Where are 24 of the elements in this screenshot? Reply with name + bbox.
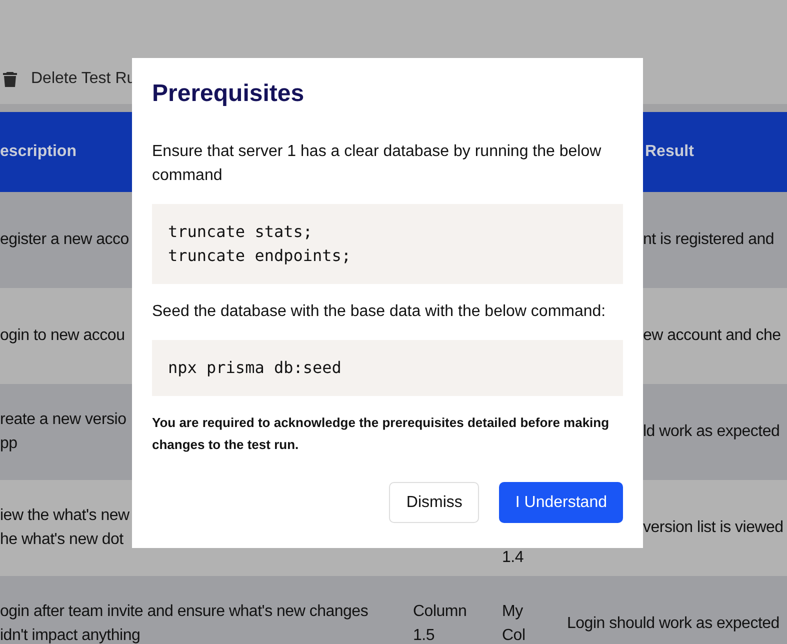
table-cell-text: 1.4 <box>502 548 524 568</box>
column-header: escription <box>0 143 76 161</box>
trash-icon <box>3 71 17 87</box>
table-cell: ew account and che <box>643 327 781 344</box>
acknowledge-note: You are required to acknowledge the prerequisites detailed before making changes to the test run. <box>152 414 610 454</box>
instruction-text: Ensure that server 1 has a clear database by running the below command <box>152 142 602 186</box>
understand-button[interactable]: I Understand <box>499 482 623 523</box>
dialog-title: Prerequisites <box>152 80 306 108</box>
code-block: npx prisma db:seed <box>152 340 623 396</box>
table-cell-text: Column 1.5 <box>413 602 468 644</box>
table-cell-text: egister a new acco <box>0 230 129 250</box>
table-cell-text: ogin after team invite and ensure what's new changes idn't impact anything <box>0 602 368 644</box>
table-cell: ld work as expected <box>643 423 780 440</box>
table-cell: version list is viewed <box>643 519 784 536</box>
dismiss-button[interactable]: Dismiss <box>389 482 480 523</box>
table-cell-text: ogin to new accou <box>0 326 125 346</box>
column-header: Result <box>645 143 694 161</box>
instruction-text: Seed the database with the base data with the below command: <box>152 302 607 322</box>
table-cell-text: My Col <box>502 602 526 644</box>
table-cell-text: reate a new versio pp <box>0 410 126 454</box>
table-cell: Login should work as expected <box>567 615 780 632</box>
table-cell-text: iew the what's new he what's new dot <box>0 506 130 550</box>
table-cell: nt is registered and <box>643 231 774 248</box>
code-block: truncate stats; truncate endpoints; <box>152 204 623 284</box>
